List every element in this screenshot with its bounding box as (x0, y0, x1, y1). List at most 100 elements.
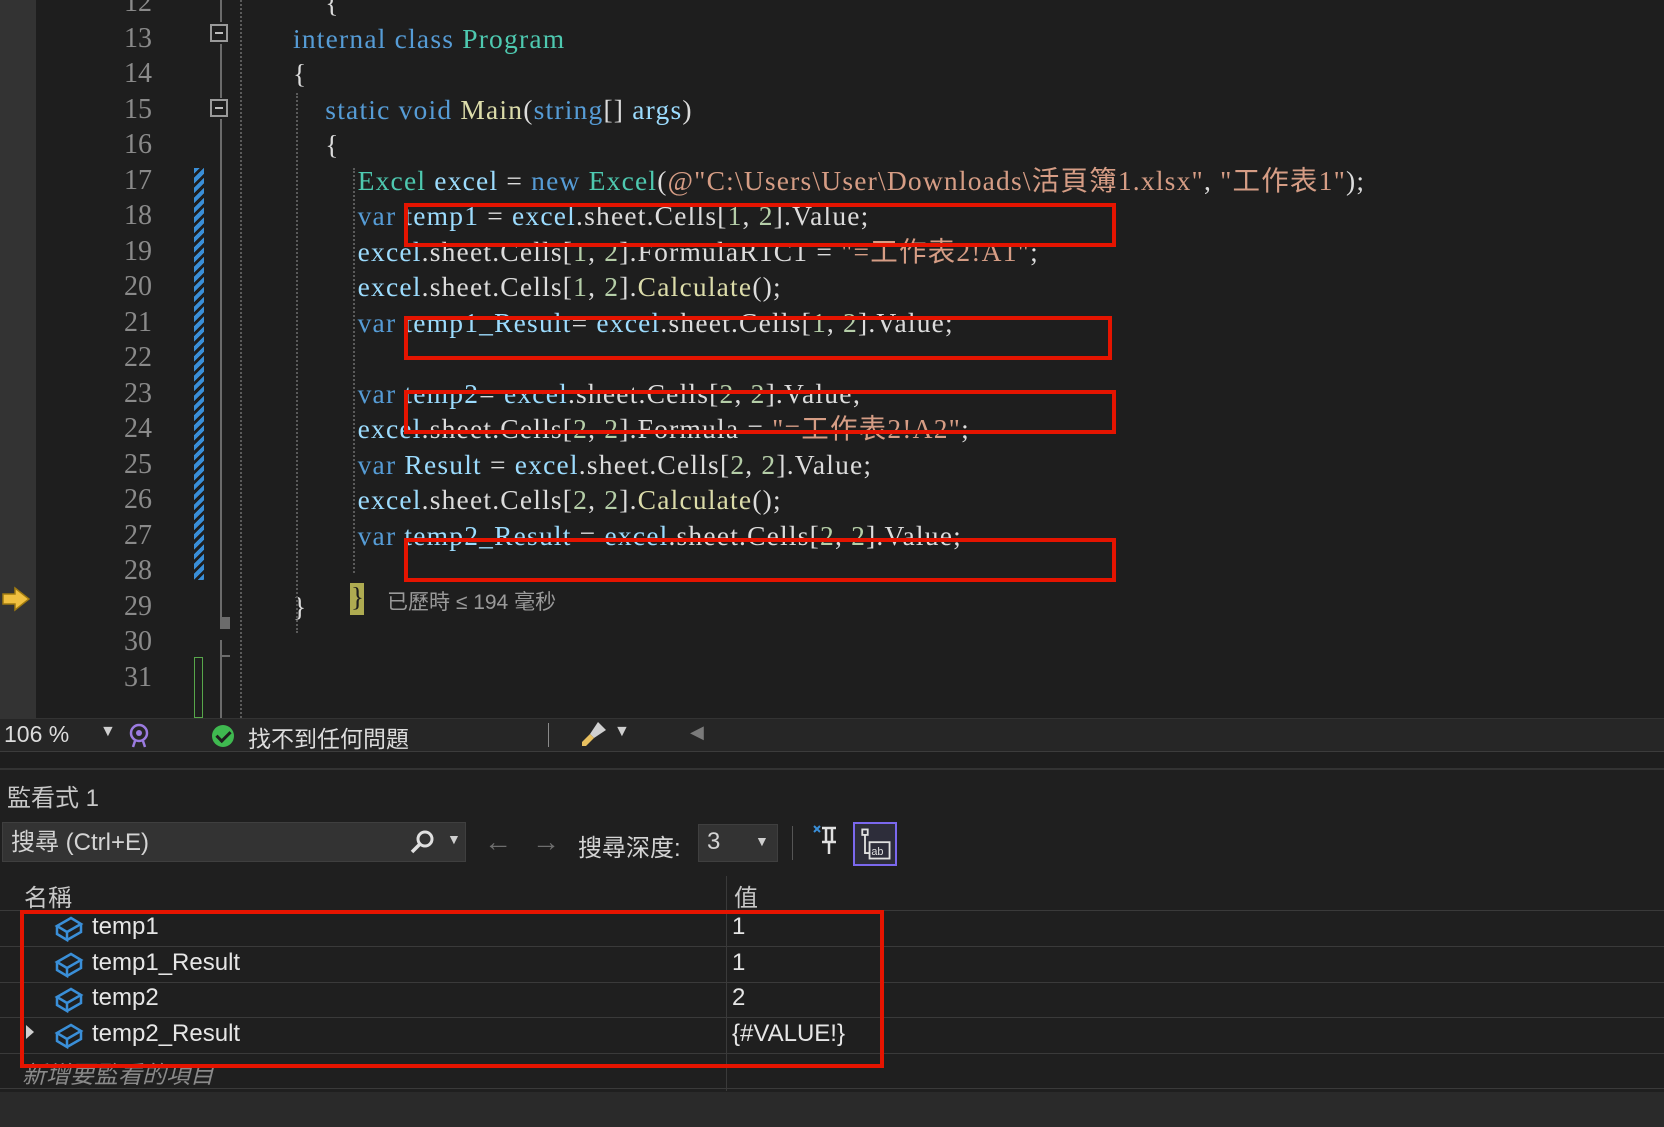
code-token: , (745, 448, 762, 480)
highlight-box (404, 316, 1112, 360)
code-token: ]. (619, 271, 638, 302)
column-header-name[interactable]: 名稱 (24, 878, 72, 913)
line-number: 25 (124, 448, 152, 480)
code-token: internal class (293, 22, 463, 54)
code-token: 2 (604, 484, 620, 515)
code-token: static void (293, 93, 461, 125)
code-token: var (357, 200, 405, 231)
indent-guide (240, 0, 242, 718)
line-number: 31 (124, 661, 152, 693)
code-token: .sheet.Cells[ (578, 448, 731, 480)
code-token: { (293, 129, 340, 160)
code-editor[interactable]: 12 {13 internal class Program 14{15 static… (0, 0, 1664, 718)
zoom-level[interactable]: 106 % (4, 721, 69, 748)
code-line[interactable]: { (293, 55, 307, 93)
saved-change-indicator (194, 657, 203, 718)
line-number: 16 (124, 129, 152, 160)
code-line[interactable]: static void Main(string[] args) (293, 91, 693, 129)
code-token: ( (523, 93, 534, 125)
ai-assist-icon[interactable] (126, 721, 152, 749)
line-number: 24 (124, 413, 152, 444)
code-line[interactable]: excel.sheet.Cells[2, 2].Calculate(); (293, 481, 782, 519)
highlight-box (404, 390, 1116, 434)
search-field[interactable]: ▼ (2, 822, 466, 862)
watch-window: 監看式 1 ▼ ← → 搜尋深度: 3 ▼ ab 名稱 值 temp11temp… (0, 768, 1664, 1127)
code-token: new (531, 164, 589, 196)
highlight-box (404, 203, 1116, 247)
back-arrow-icon[interactable]: ← (484, 826, 512, 858)
chevron-down-icon[interactable]: ▼ (447, 831, 461, 847)
code-token: Program (462, 22, 566, 54)
code-token: Excel (357, 164, 435, 196)
code-line[interactable]: Excel excel = new Excel(@"C:\Users\User\… (293, 162, 1365, 200)
highlight-box (20, 910, 884, 1068)
code-token: , (1203, 164, 1221, 196)
column-header-value[interactable]: 值 (734, 878, 758, 913)
code-token: (); (752, 271, 782, 302)
scroll-left-icon[interactable]: ◀ (690, 722, 704, 743)
line-number: 14 (124, 58, 152, 89)
line-number: 28 (124, 555, 152, 586)
line-number: 21 (124, 306, 152, 338)
issues-status[interactable]: 找不到任何問題 (248, 720, 409, 754)
line-number: 19 (124, 235, 152, 267)
highlight-box (404, 538, 1116, 582)
code-token: 2 (573, 484, 589, 515)
search-input[interactable] (9, 825, 393, 861)
pin-icon[interactable] (810, 824, 844, 858)
code-token: 2 (730, 448, 746, 480)
code-token: [] (603, 93, 633, 125)
code-token: , (588, 271, 605, 302)
panel-footer (0, 1092, 1664, 1127)
chevron-down-icon[interactable]: ▼ (614, 723, 630, 741)
brush-icon[interactable] (578, 720, 610, 748)
fold-icon[interactable] (210, 99, 228, 117)
forward-arrow-icon[interactable]: → (532, 826, 560, 858)
code-token: var (357, 377, 405, 409)
search-depth-label: 搜尋深度: (578, 835, 681, 862)
chevron-down-icon: ▼ (755, 833, 769, 849)
search-depth-select[interactable]: 3 ▼ (698, 824, 778, 862)
watch-grid-header: 名稱 值 (0, 874, 1664, 913)
fold-icon[interactable] (210, 24, 228, 42)
code-token: .sheet.Cells[ (421, 484, 574, 515)
code-token: "工作表1" (1220, 164, 1347, 196)
code-token: args (632, 93, 683, 125)
current-brace: } (351, 582, 364, 612)
code-token: var (357, 306, 405, 338)
line-number: 18 (124, 200, 152, 231)
code-token: string (533, 93, 604, 125)
code-line[interactable]: internal class Program (293, 20, 565, 58)
code-line[interactable]: var Result = excel.sheet.Cells[2, 2].Val… (293, 446, 872, 484)
code-token: Main (460, 93, 524, 125)
code-token: 2 (761, 448, 777, 480)
search-icon[interactable] (409, 829, 435, 855)
code-token: excel (434, 164, 499, 196)
line-number: 13 (124, 22, 152, 54)
line-number: 20 (124, 271, 152, 302)
fold-guide (220, 640, 222, 718)
perf-tip[interactable]: 已歷時 ≤ 194 毫秒 (387, 586, 556, 616)
search-depth-value: 3 (707, 828, 721, 855)
code-line[interactable]: excel.sheet.Cells[1, 2].Calculate(); (293, 268, 782, 306)
execution-pointer-icon[interactable] (2, 586, 30, 612)
code-token: 2 (604, 271, 620, 302)
code-line[interactable]: { (293, 126, 340, 164)
line-number: 22 (124, 342, 152, 373)
code-token: @"C:\Users\User\Downloads\活頁簿1.xlsx" (667, 164, 1204, 196)
indent-guide (353, 168, 355, 573)
code-token: = (481, 448, 515, 480)
hex-display-icon[interactable]: ab (853, 822, 897, 866)
chevron-down-icon[interactable]: ▼ (100, 723, 116, 741)
code-token: .sheet.Cells[ (421, 271, 574, 302)
fold-end (220, 617, 230, 629)
line-number: 27 (124, 519, 152, 551)
